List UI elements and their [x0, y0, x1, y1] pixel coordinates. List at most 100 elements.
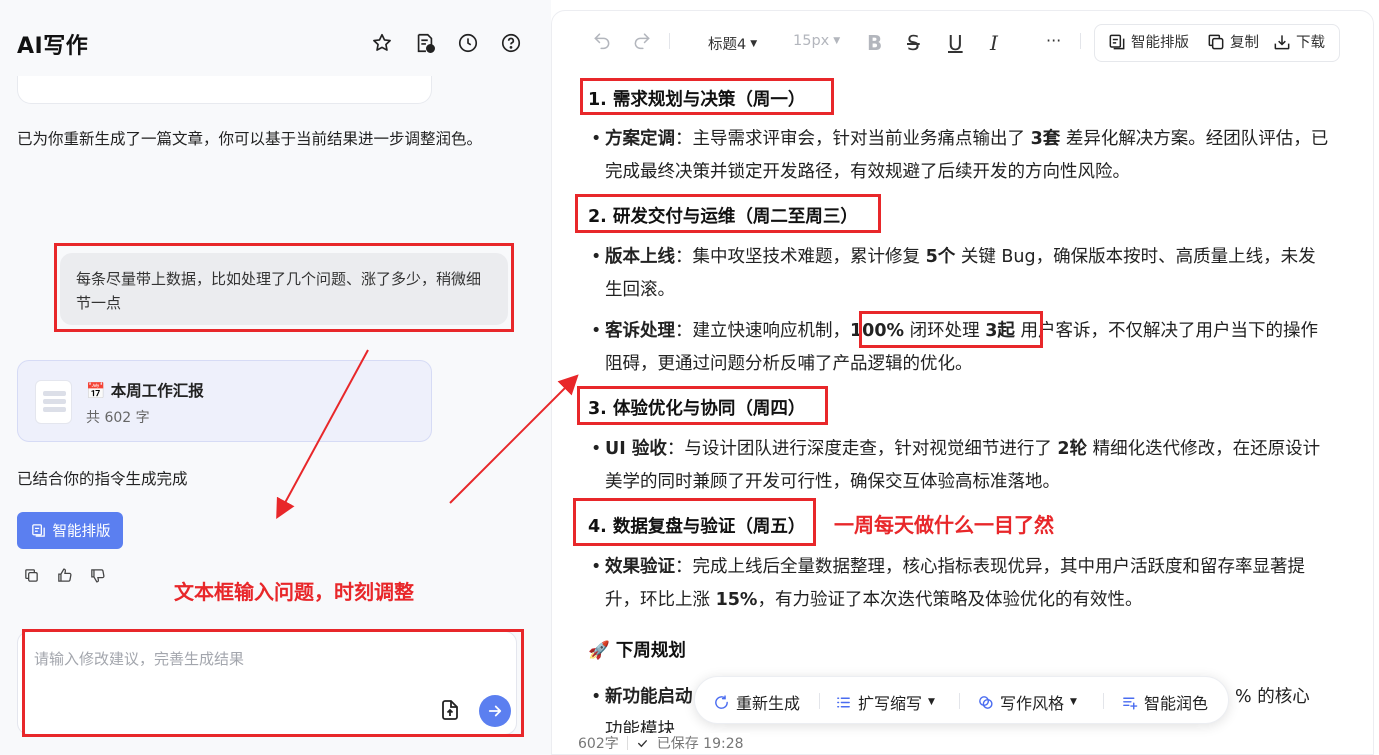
expand-shrink-button[interactable]: 扩写缩写 ▼	[835, 690, 935, 714]
smart-layout-button-label: 智能排版	[52, 524, 111, 540]
bullet: •	[591, 439, 602, 459]
copy-icon[interactable]	[23, 567, 40, 584]
ai-message: 已结合你的指令生成完成	[17, 470, 188, 488]
item-label: 新功能启动	[605, 687, 693, 707]
help-icon[interactable]	[500, 32, 522, 54]
toolbar-copy-button[interactable]: 复制	[1206, 31, 1259, 52]
bullet: •	[591, 687, 602, 707]
smart-polish-button[interactable]: 智能润色	[1121, 690, 1208, 714]
status-divider	[626, 736, 628, 750]
highlight-box-section-4	[573, 498, 816, 546]
highlight-box-input	[22, 629, 524, 737]
bold-icon[interactable]: B	[867, 31, 882, 55]
annotation-note-left: 文本框输入问题，时刻调整	[174, 580, 414, 604]
save-status: 已保存 19:28	[656, 736, 744, 752]
polish-icon	[1123, 697, 1138, 710]
bullet: •	[591, 247, 602, 267]
regenerate-button[interactable]: 重新生成	[713, 690, 800, 714]
more-options-icon[interactable]: ···	[1046, 31, 1061, 50]
layout-icon	[31, 524, 45, 537]
message-actions	[23, 567, 106, 584]
toolbar-smart-layout-label: 智能排版	[1131, 35, 1189, 51]
toolbar-action-group: 智能排版 复制 下载	[1094, 24, 1340, 62]
underline-icon[interactable]: U	[948, 31, 963, 55]
item-text: ，有力验证了本次迭代策略及体验优化的有效性。	[757, 590, 1143, 610]
bullet: •	[591, 557, 602, 577]
history-clock-icon[interactable]	[457, 32, 479, 54]
strikethrough-icon[interactable]: S	[907, 31, 920, 55]
bullet: •	[591, 129, 602, 149]
item-text: ：建立快速响应机制，	[675, 321, 850, 341]
highlight-box-section-3	[577, 386, 828, 425]
item-number: 5个	[925, 247, 956, 267]
editor-toolbar: 标题4 ▼ 15px ▼ B S U I ··· 智能排版 复制 下载	[552, 11, 1373, 67]
heading-select-value: 标题4	[708, 37, 747, 53]
app-title: AI写作	[17, 34, 89, 59]
smart-polish-label: 智能润色	[1144, 694, 1209, 713]
redo-icon[interactable]	[632, 30, 652, 50]
list-item: • 方案定调：主导需求评审会，针对当前业务痛点输出了 3套 差异化解决方案。经团队…	[591, 123, 1330, 189]
item-text: ：集中攻坚技术难题，累计修复	[675, 247, 926, 267]
editor-panel: 标题4 ▼ 15px ▼ B S U I ··· 智能排版 复制 下载 1. 需求规…	[551, 10, 1374, 755]
list-indent-icon	[837, 697, 850, 707]
highlight-box-stat	[859, 311, 1043, 348]
chat-panel: AI写作 已为你重新生成了一篇文章，你可以基于当前结果进一步调整润色。 每条尽量…	[0, 0, 551, 755]
thumbs-up-icon[interactable]	[56, 567, 73, 584]
item-label: 版本上线	[605, 247, 675, 267]
check-icon	[637, 739, 647, 747]
caret-down-icon: ▼	[1070, 697, 1077, 707]
highlight-box-section-2	[575, 194, 881, 233]
item-label: 客诉处理	[605, 321, 675, 341]
download-icon	[1274, 34, 1290, 49]
doc-card-title: 📅 本周工作汇报	[86, 379, 204, 401]
highlight-box-user-message	[54, 243, 514, 332]
section-heading: 🚀 下周规划	[588, 641, 686, 661]
undo-icon[interactable]	[592, 30, 612, 50]
item-label: 方案定调	[605, 129, 675, 149]
floating-action-bar: 重新生成 扩写缩写 ▼ 写作风格 ▼ 智能润色	[694, 676, 1229, 724]
copy-icon	[1208, 34, 1224, 49]
item-number: 15%	[715, 590, 758, 610]
status-bar: 602字 已保存 19:28	[572, 733, 750, 753]
toolbar-divider	[1080, 33, 1081, 49]
toolbar-download-label: 下载	[1296, 35, 1325, 51]
item-number: 2轮	[1057, 439, 1088, 459]
document-list-icon[interactable]	[414, 32, 436, 54]
calendar-icon: 📅	[86, 382, 106, 400]
expand-shrink-label: 扩写缩写	[858, 694, 923, 713]
toolbar-download-button[interactable]: 下载	[1272, 31, 1325, 52]
smart-layout-button[interactable]: 智能排版	[17, 512, 123, 549]
item-label: 效果验证	[605, 557, 675, 577]
bullet: •	[591, 321, 602, 341]
regenerate-label: 重新生成	[736, 694, 801, 713]
font-size-select-value: 15px	[793, 33, 830, 49]
item-number: 3套	[1030, 129, 1061, 149]
generated-doc-card[interactable]: 📅 本周工作汇报 共 602 字	[17, 360, 432, 442]
item-text: ：与设计团队进行深度走查，针对视觉细节进行了	[666, 439, 1058, 459]
toolbar-smart-layout-button[interactable]: 智能排版	[1107, 31, 1189, 52]
previous-doc-card[interactable]	[17, 76, 432, 104]
list-item: • UI 验收：与设计团队进行深度走查，针对视觉细节进行了 2轮 精细化迭代修改，…	[591, 433, 1330, 499]
caret-down-icon: ▼	[928, 697, 935, 707]
doc-card-title-text: 本周工作汇报	[110, 382, 204, 400]
caret-down-icon: ▼	[750, 38, 758, 49]
item-text: ：主导需求评审会，针对当前业务痛点输出了	[675, 129, 1031, 149]
toolbar-copy-label: 复制	[1230, 35, 1259, 51]
float-bar-divider	[819, 693, 820, 709]
writing-style-label: 写作风格	[1000, 694, 1065, 713]
thumbs-down-icon[interactable]	[89, 567, 106, 584]
refresh-icon	[715, 694, 728, 709]
document-icon	[35, 380, 72, 424]
heading-select[interactable]: 标题4 ▼	[708, 33, 757, 54]
writing-style-button[interactable]: 写作风格 ▼	[977, 690, 1077, 714]
star-icon[interactable]	[371, 32, 393, 54]
italic-icon[interactable]: I	[990, 31, 998, 55]
float-bar-divider	[1103, 693, 1104, 709]
ai-message: 已为你重新生成了一篇文章，你可以基于当前结果进一步调整润色。	[17, 130, 483, 148]
style-bubble-icon	[979, 695, 993, 709]
font-size-select[interactable]: 15px ▼	[793, 33, 840, 49]
float-bar-divider	[959, 693, 960, 709]
list-item: • 效果验证：完成上线后全量数据整理，核心指标表现优异，其中用户活跃度和留存率显著…	[591, 551, 1330, 617]
annotation-note-right: 一周每天做什么一目了然	[834, 513, 1054, 537]
header-actions	[371, 32, 522, 54]
